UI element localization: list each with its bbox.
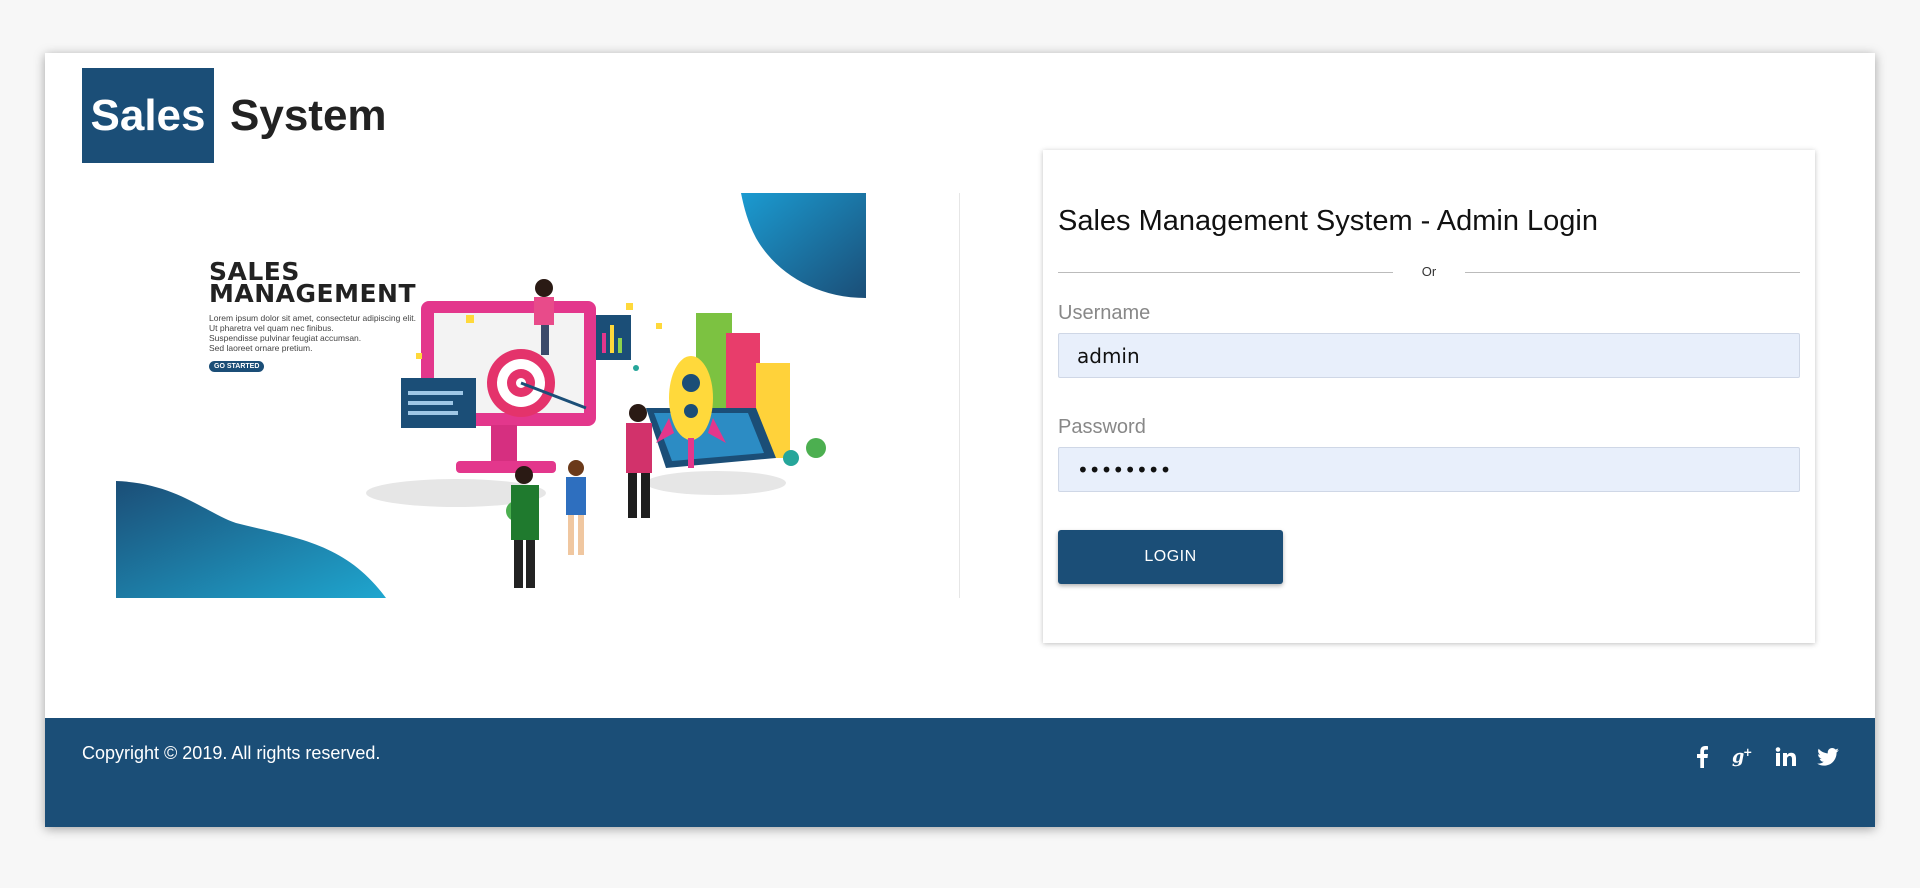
illustration-title: SALES MANAGEMENT xyxy=(209,257,417,308)
facebook-icon[interactable] xyxy=(1690,745,1714,769)
password-label: Password xyxy=(1058,416,1146,438)
login-title: Sales Management System - Admin Login xyxy=(1058,205,1598,237)
twitter-icon[interactable] xyxy=(1816,745,1840,769)
copyright-text: Copyright © 2019. All rights reserved. xyxy=(82,743,381,763)
username-label: Username xyxy=(1058,302,1151,324)
login-card: Sales System SALES MANAGEMENT Lorem ipsu… xyxy=(45,53,1875,827)
svg-text:+: + xyxy=(1743,746,1752,759)
username-input[interactable] xyxy=(1058,333,1800,378)
login-button[interactable]: LOGIN xyxy=(1058,530,1283,584)
or-separator: Or xyxy=(1058,262,1800,282)
illustration-lorem: Lorem ipsum dolor sit amet, consectetur … xyxy=(209,313,416,353)
social-links: g + xyxy=(1690,745,1840,769)
login-panel: Sales Management System - Admin Login Or… xyxy=(1043,150,1815,643)
footer: Copyright © 2019. All rights reserved. g… xyxy=(45,718,1875,827)
logo-box: Sales xyxy=(82,68,214,163)
google-plus-icon[interactable]: g + xyxy=(1732,745,1756,769)
vertical-divider xyxy=(959,193,960,598)
illustration-cta: GO STARTED xyxy=(209,361,265,372)
or-line-right xyxy=(1465,272,1800,273)
password-input[interactable] xyxy=(1058,447,1800,492)
sales-illustration: SALES MANAGEMENT Lorem ipsum dolor sit a… xyxy=(116,193,866,598)
logo[interactable]: Sales System xyxy=(82,68,387,163)
linkedin-icon[interactable] xyxy=(1774,745,1798,769)
logo-text: System xyxy=(230,90,387,140)
